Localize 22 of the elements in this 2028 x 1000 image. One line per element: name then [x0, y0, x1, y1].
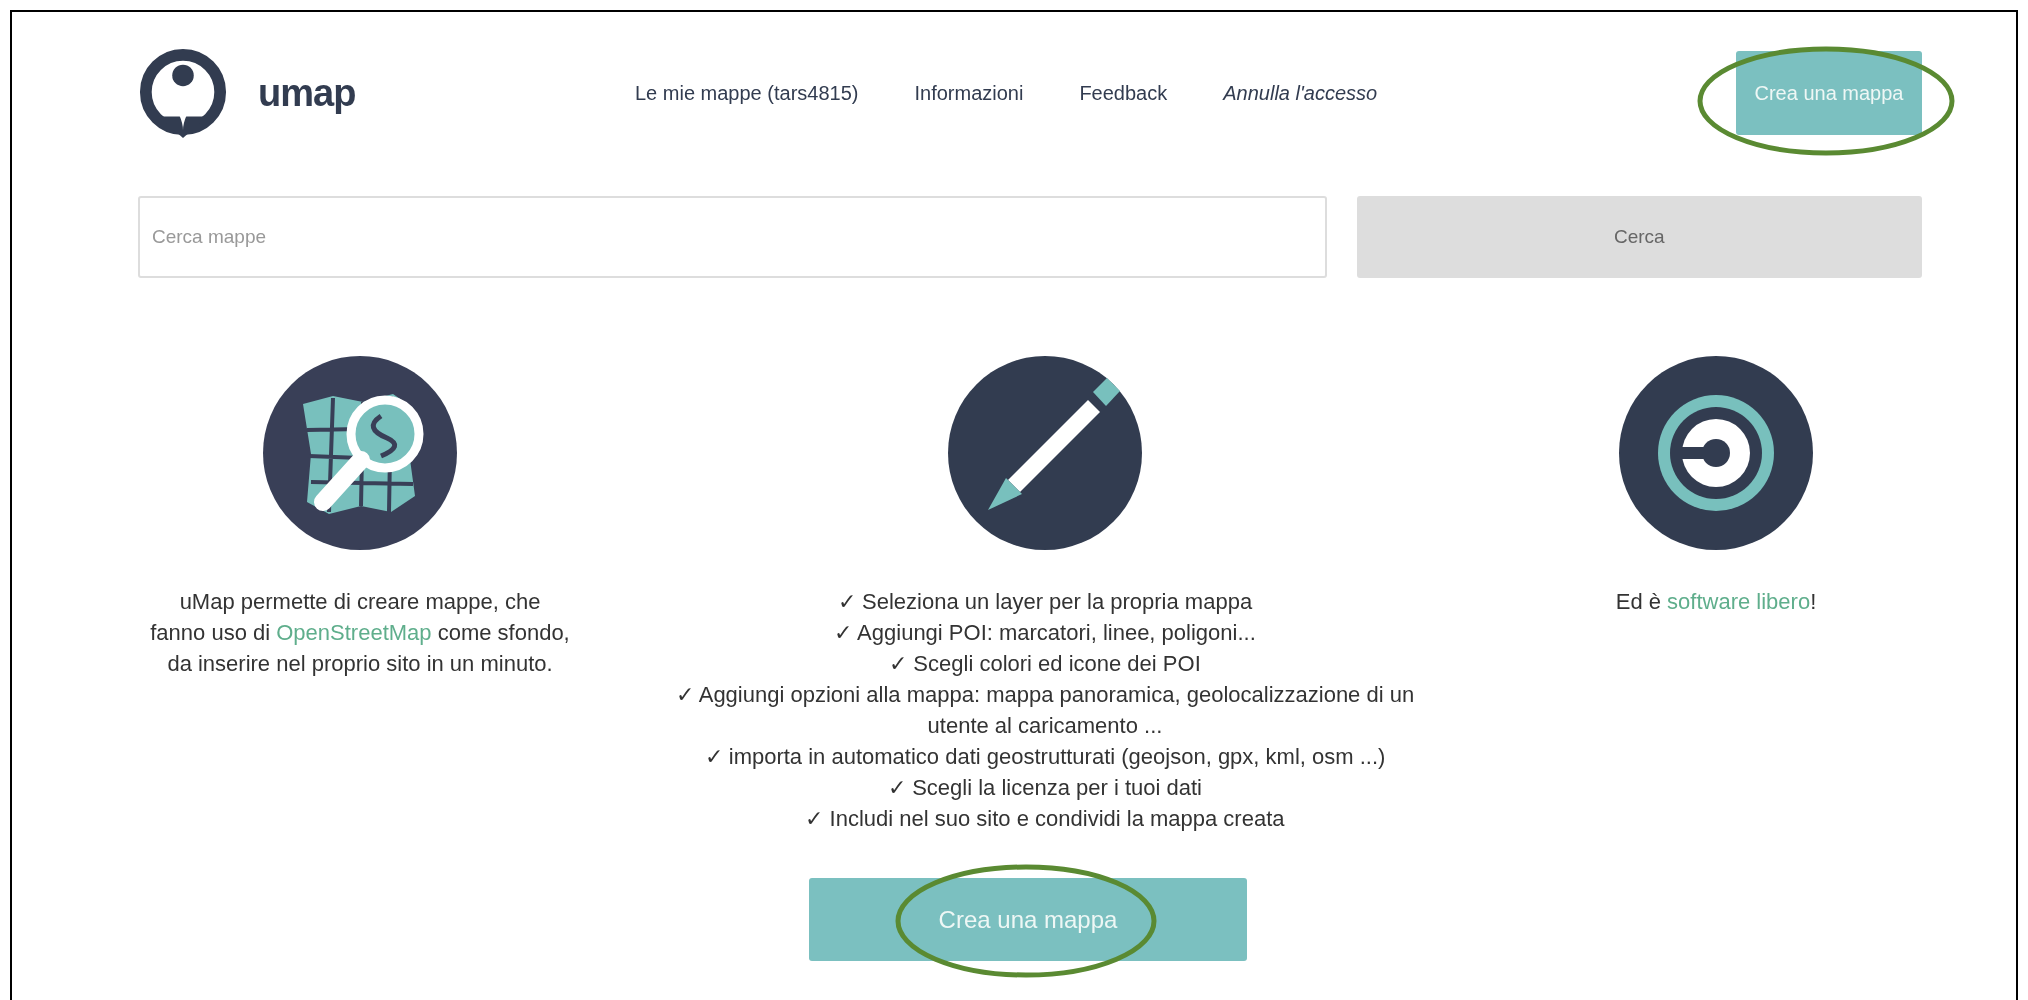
feature-item: ✓ Seleziona un layer per la propria mappa: [837, 588, 1253, 616]
text-link[interactable]: software libero: [1667, 589, 1811, 614]
feature-item: ✓ Aggiungi opzioni alla mappa: mappa panoramica, geolocalizzazione di un utente al caricamento ...: [674, 681, 1416, 740]
nav-link[interactable]: Informazioni: [914, 81, 1024, 105]
feature-item: ✓ Scegli la licenza per i tuoi dati: [888, 774, 1202, 802]
logout-link[interactable]: Annulla l'accesso: [1223, 81, 1378, 105]
description-text: uMap permette di creare mappe, che fanno uso di OpenStreetMap come sfondo, da inserire nel proprio sito in un minuto.: [150, 588, 570, 678]
feature-item: ✓ Includi nel suo sito e condividi la mappa creata: [805, 805, 1285, 833]
feature-item: ✓ importa in automatico dati geostrutturati (geojson, gpx, kml, osm ...): [704, 743, 1386, 771]
feature-item: ✓ Scegli colori ed icone dei POI: [889, 650, 1201, 678]
feature-item: ✓ Aggiungi POI: marcatori, linee, poligoni...: [834, 619, 1256, 647]
search-field[interactable]: Cerca mappe: [138, 196, 1327, 278]
nav-link[interactable]: Le mie mappe (tars4815): [635, 81, 859, 105]
logo-icon: [138, 48, 228, 138]
search-button[interactable]: Cerca: [1356, 196, 1922, 278]
map-magnifier-icon: [263, 356, 457, 550]
text-link[interactable]: OpenStreetMap: [276, 620, 432, 645]
description-text: Ed è software libero!: [1615, 588, 1817, 616]
nav-link[interactable]: Feedback: [1079, 81, 1168, 105]
logo-text: umap: [258, 71, 356, 115]
copyleft-icon: [1619, 356, 1813, 550]
pencil-icon: [948, 356, 1142, 550]
